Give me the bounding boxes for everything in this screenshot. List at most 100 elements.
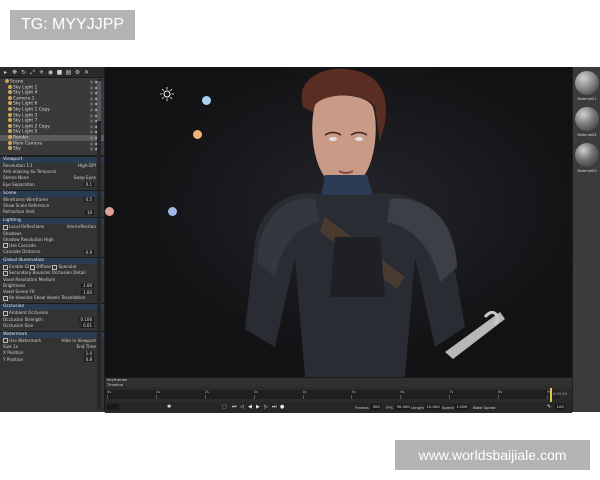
timeline-header[interactable]: Timeline xyxy=(105,382,572,387)
loop-icon[interactable]: □ xyxy=(222,404,227,410)
scene-tree-item[interactable]: Sky ◎ ◉ xyxy=(0,146,104,152)
light-icon xyxy=(8,146,12,151)
eye-separation-row[interactable]: Eye Separation 0.1 xyxy=(0,182,104,188)
occlusion-size-label: Occlusion Size xyxy=(3,322,34,328)
section-watermark[interactable]: Watermark xyxy=(0,330,104,338)
scale-icon[interactable]: ⤢ xyxy=(29,69,36,76)
light-icon xyxy=(8,90,12,95)
use-watermark-label: Use Watermark xyxy=(9,337,42,343)
refraction-row[interactable]: Refraction limit 10 xyxy=(0,209,104,215)
use-cascade-checkbox[interactable] xyxy=(3,243,8,249)
show-voxels-label[interactable]: Show Voxels xyxy=(34,295,60,300)
skip-end-icon[interactable]: ⏭ xyxy=(272,404,277,410)
rotate-icon[interactable]: ↻ xyxy=(20,69,27,76)
local-reflections-checkbox[interactable] xyxy=(3,224,8,230)
refraction-field[interactable]: 10 xyxy=(84,209,94,215)
light-gizmo-icon[interactable] xyxy=(160,87,174,101)
camera-icon[interactable]: ◉ xyxy=(47,69,54,76)
move-icon[interactable]: ✥ xyxy=(11,69,18,76)
wireframe-field[interactable]: 0.5 xyxy=(83,197,94,203)
material-swatch[interactable] xyxy=(575,107,599,131)
timeline-tick xyxy=(400,395,402,399)
material-swatch[interactable] xyxy=(575,71,599,95)
delete-icon[interactable]: ✕ xyxy=(83,69,90,76)
material-swatch[interactable] xyxy=(575,143,599,167)
y-position-row[interactable]: Y Position 0.8 xyxy=(0,357,104,363)
play-icon[interactable]: ▶ xyxy=(256,404,260,410)
shape-icon[interactable]: ■ xyxy=(56,69,63,76)
next-key-icon[interactable]: ▷ xyxy=(264,404,268,410)
timeline-start-field[interactable] xyxy=(107,404,119,410)
light-icon xyxy=(8,134,12,139)
cascade-distance-field[interactable]: 0.9 xyxy=(83,249,94,255)
timeline-tick xyxy=(204,395,206,399)
left-panel: ▸ ✥ ↻ ⤢ ☀ ◉ ■ ▤ ⚙ ✕ Scene ◎ ◉ Sky Light 1 ◎… xyxy=(0,67,105,412)
length-label: Length xyxy=(411,404,425,410)
material-label: Material04 xyxy=(577,133,597,137)
antialiasing-value[interactable]: 4x Temporal xyxy=(30,169,56,174)
occlusion-strength-field[interactable]: 0.100 xyxy=(78,317,94,323)
diffuse-checkbox[interactable] xyxy=(30,264,36,270)
skip-start-icon[interactable]: ⏮ xyxy=(232,404,237,410)
ambient-occlusion-checkbox[interactable] xyxy=(3,310,8,316)
record-icon[interactable]: ● xyxy=(280,404,284,410)
voxel-scene-fit-field[interactable]: 1.00 xyxy=(81,289,94,295)
resolution-label: Resolution xyxy=(3,163,25,168)
folder-icon[interactable]: ▤ xyxy=(65,69,72,76)
bake-speed-label[interactable]: Bake Speed xyxy=(473,405,495,410)
cascade-distance-row[interactable]: Cascade Distance 0.9 xyxy=(0,249,104,255)
timeline-ruler[interactable]: 0s1s2s3s4s5s6s7s8s9s xyxy=(105,390,560,399)
pencil-icon[interactable]: ✎ xyxy=(547,404,551,410)
eye-separation-field[interactable]: 0.1 xyxy=(83,182,94,188)
secondary-bounces-checkbox[interactable] xyxy=(3,270,8,276)
left-panel-scroll-thumb[interactable] xyxy=(97,81,101,121)
section-lighting[interactable]: Lighting xyxy=(0,217,104,225)
shadow-resolution-label: Shadow Resolution xyxy=(3,236,43,242)
section-global-illumination[interactable]: Global Illumination xyxy=(0,257,104,265)
timeline-tick xyxy=(547,395,548,399)
diffuse-label: Diffuse xyxy=(36,264,52,270)
brightness-field[interactable]: 1.00 xyxy=(81,283,94,289)
secondary-bounces-label: Secondary Bounces xyxy=(9,270,51,276)
frames-field[interactable]: 300 xyxy=(371,404,382,410)
y-position-field[interactable]: 0.8 xyxy=(83,357,94,363)
3d-viewport[interactable] xyxy=(105,67,572,377)
current-time-label: 0:09.10 xyxy=(553,392,567,396)
shadow-resolution-value[interactable]: High xyxy=(44,237,54,242)
timeline-tick xyxy=(449,395,451,399)
voxel-tools-row[interactable]: Re-Voxelize Show Voxels Tessellation xyxy=(0,295,104,301)
watermark-size-value[interactable]: 1x xyxy=(13,344,18,349)
step-back-icon[interactable]: ◁ xyxy=(240,404,244,410)
cursor-icon[interactable]: ▸ xyxy=(2,69,9,76)
enable-gi-checkbox[interactable] xyxy=(3,264,8,270)
revoxelize-checkbox[interactable] xyxy=(3,295,8,301)
section-scene[interactable]: Scene xyxy=(0,189,104,197)
x-position-field[interactable]: 1.0 xyxy=(83,350,94,356)
light-icon xyxy=(8,106,12,111)
prev-key-icon[interactable]: ◀ xyxy=(248,404,252,410)
speed-field[interactable]: 1.000 xyxy=(455,404,469,410)
light-gizmo-pink[interactable] xyxy=(105,207,114,216)
left-panel-scrollbar[interactable] xyxy=(97,79,101,409)
occlusion-size-row[interactable]: Occlusion Size 0.01 xyxy=(0,323,104,329)
length-field[interactable]: 10.000 xyxy=(425,404,442,410)
keyframe-icon[interactable]: ✱ xyxy=(167,404,171,410)
section-viewport[interactable]: Viewport xyxy=(0,156,104,163)
stereo-value[interactable]: None xyxy=(18,175,29,180)
character-model[interactable] xyxy=(175,67,505,377)
light-icon[interactable]: ☀ xyxy=(38,69,45,76)
section-occlusion[interactable]: Occlusion xyxy=(0,303,104,311)
zoom-field[interactable]: 100 xyxy=(555,404,566,410)
use-watermark-checkbox[interactable] xyxy=(3,338,8,344)
occlusion-size-field[interactable]: 0.01 xyxy=(81,323,94,329)
wireframe-mode[interactable]: Wireframe xyxy=(26,197,48,202)
voxel-resolution-value[interactable]: Medium xyxy=(39,277,56,282)
settings-icon[interactable]: ⚙ xyxy=(74,69,81,76)
occlusion-detail-label[interactable]: Occlusion Detail xyxy=(52,270,86,275)
timeline-playhead[interactable] xyxy=(550,388,552,402)
fps-field[interactable]: 30.000 xyxy=(395,404,412,410)
tessellation-label[interactable]: Tessellation xyxy=(61,295,85,300)
wireframe-label: Wireframe xyxy=(3,196,25,202)
resolution-value[interactable]: 1:1 xyxy=(26,163,33,168)
specular-checkbox[interactable] xyxy=(52,264,58,270)
